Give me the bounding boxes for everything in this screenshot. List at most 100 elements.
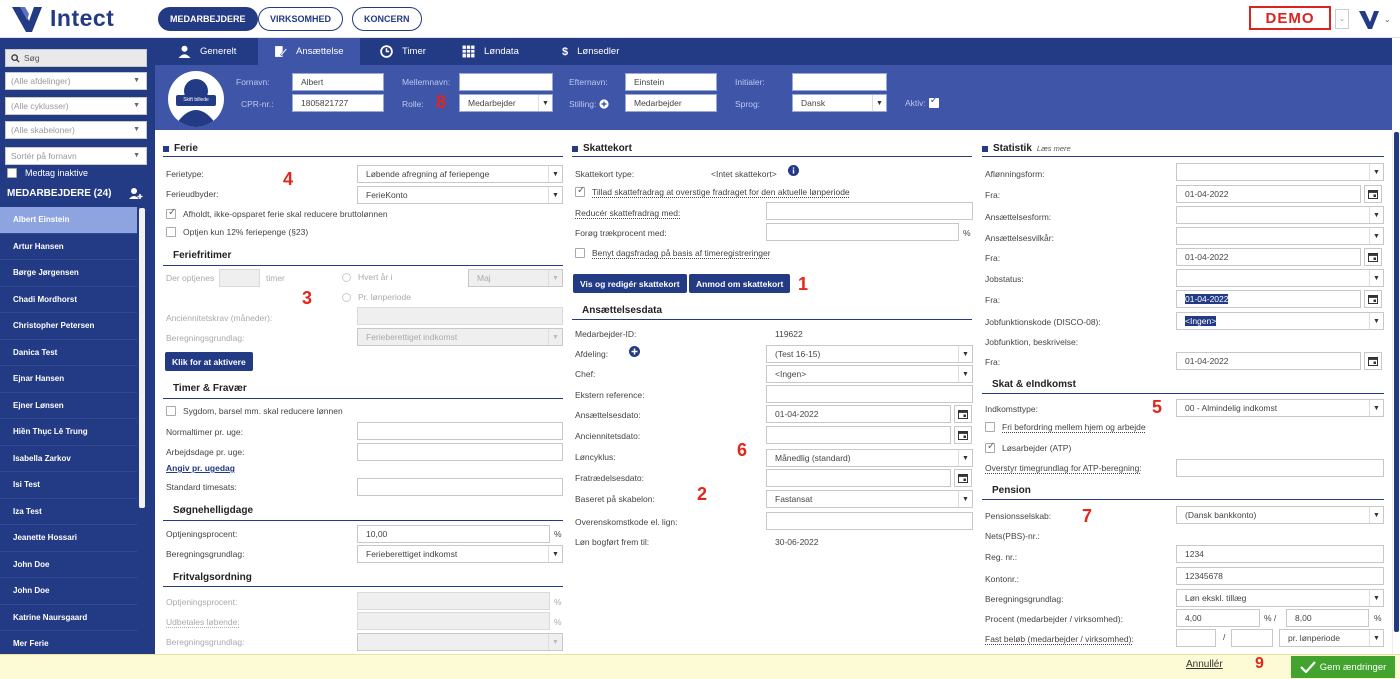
normal-hours-field[interactable] (357, 422, 563, 440)
top-tab-koncern[interactable]: KONCERN (352, 7, 422, 31)
request-taxcard-button[interactable]: Anmod om skattekort (689, 274, 791, 293)
reg-number-field[interactable]: 1234 (1176, 545, 1384, 563)
first-name-field[interactable]: Albert (292, 73, 384, 91)
view-edit-taxcard-button[interactable]: Vis og redigér skattekort (573, 274, 687, 293)
intect-logo-icon[interactable] (10, 4, 44, 34)
list-item[interactable]: Katrine Naursgaard (0, 605, 137, 631)
income-type-select[interactable]: 00 - Almindelig indkomst ▼ (1176, 399, 1384, 417)
sort-select[interactable]: Sortér på fornavn ▼ (5, 147, 147, 165)
middle-name-field[interactable] (459, 73, 553, 91)
specify-per-weekday-link[interactable]: Angiv pr. ugedag (166, 463, 235, 473)
chevron-down-icon[interactable]: ⌄ (1335, 9, 1349, 29)
list-item[interactable]: Ejnar Hansen (0, 366, 137, 393)
last-name-field[interactable]: Einstein (625, 73, 717, 91)
read-more-link[interactable]: Læs mere (1037, 144, 1071, 153)
allow-tax-deduction-check[interactable]: Tillad skattefradrag at overstige fradra… (575, 185, 850, 197)
checkbox[interactable] (985, 422, 995, 432)
calendar-icon[interactable] (1364, 352, 1382, 370)
add-circle-icon[interactable] (599, 99, 610, 109)
month-select[interactable]: Maj ▼ (468, 269, 563, 287)
holiday-provider-select[interactable]: FerieKonto ▼ (357, 186, 563, 204)
initials-field[interactable] (792, 73, 887, 91)
fixed-period-select[interactable]: pr. lønperiode ▼ (1279, 629, 1384, 647)
calendar-icon[interactable] (1364, 290, 1382, 308)
free-choice-earning-field[interactable] (357, 592, 550, 610)
every-year-radio[interactable]: Hvert år i (342, 272, 392, 282)
seniority-date-field[interactable] (766, 426, 951, 444)
calendar-icon[interactable] (954, 469, 972, 487)
tab-loendata[interactable]: Løndata (446, 38, 535, 65)
checkbox[interactable] (166, 406, 176, 416)
checkbox[interactable] (166, 207, 176, 219)
language-select[interactable]: Dansk ▼ (792, 94, 887, 112)
active-toggle[interactable]: Aktiv: (905, 95, 939, 108)
calendar-icon[interactable] (1364, 248, 1382, 266)
list-item[interactable]: Albert Einstein (0, 207, 137, 234)
tab-loensedler[interactable]: $ Lønsedler (546, 38, 635, 65)
template-filter[interactable]: (Alle skabeloner) ▼ (5, 121, 147, 139)
account-number-field[interactable]: 12345678 (1176, 567, 1384, 585)
user-menu[interactable]: ⌄ (1358, 6, 1398, 32)
workdays-field[interactable] (357, 443, 563, 461)
increase-withholding-field[interactable] (766, 223, 959, 241)
company-percent-field[interactable]: 8,00 (1286, 609, 1369, 627)
checkbox[interactable] (7, 168, 17, 178)
radio[interactable] (342, 272, 351, 282)
department-select[interactable]: (Test 16-15) ▼ (766, 345, 973, 363)
department-filter[interactable]: (Alle afdelinger) ▼ (5, 72, 147, 90)
agreement-code-field[interactable] (766, 512, 973, 530)
add-user-icon[interactable] (128, 186, 144, 200)
casual-worker-check[interactable]: Løsarbejder (ATP) (985, 441, 1071, 453)
activate-button[interactable]: Klik for at aktivere (165, 352, 253, 371)
termination-date-field[interactable] (766, 469, 951, 487)
checkbox[interactable] (985, 441, 995, 453)
list-item[interactable]: Chadi Mordhorst (0, 287, 137, 313)
from-date-field[interactable]: 01-04-2022 (1176, 352, 1361, 370)
pension-calc-basis-select[interactable]: Løn ekskl. tillæg ▼ (1176, 589, 1384, 607)
search-input[interactable]: Søg (5, 49, 147, 67)
free-transport-check[interactable]: Fri befordring mellem hjem og arbejde (985, 422, 1146, 432)
external-reference-field[interactable] (766, 385, 973, 403)
free-choice-basis-select[interactable]: ▼ (357, 633, 563, 651)
role-select[interactable]: Medarbejder ▼ (459, 94, 553, 112)
list-item[interactable]: Christopher Petersen (0, 313, 137, 340)
template-select[interactable]: Fastansat ▼ (766, 490, 973, 508)
cancel-link[interactable]: Annullér (1186, 659, 1223, 670)
reduce-tax-deduction-field[interactable] (766, 202, 973, 220)
holiday-type-select[interactable]: Løbende afregning af feriepenge ▼ (357, 165, 563, 183)
company-fixed-field[interactable] (1231, 629, 1273, 647)
employment-date-field[interactable]: 01-04-2022 (766, 405, 951, 423)
tab-generelt[interactable]: Generelt (162, 38, 252, 65)
list-item[interactable]: Isabella Zarkov (0, 446, 137, 472)
list-item[interactable]: Hiền Thục Lê Trung (0, 419, 137, 446)
list-item[interactable]: Iza Test (0, 499, 137, 525)
list-item[interactable]: Ejner Lønsen (0, 393, 137, 419)
add-circle-icon[interactable] (629, 346, 640, 357)
standard-rate-field[interactable] (357, 478, 563, 496)
daily-deduction-check[interactable]: Benyt dagsfradag på basis af timeregistr… (575, 248, 771, 258)
manager-select[interactable]: <Ingen> ▼ (766, 365, 973, 383)
cpr-field[interactable]: 1805821727 (292, 94, 384, 112)
reduce-gross-salary-check[interactable]: Afholdt, ikke-opsparet ferie skal reduce… (166, 207, 388, 219)
save-button[interactable]: Gem ændringer (1291, 656, 1395, 678)
cycle-filter[interactable]: (Alle cyklusser) ▼ (5, 97, 147, 115)
checkbox[interactable] (575, 248, 585, 258)
content-scrollbar-thumb[interactable] (1394, 132, 1399, 632)
employment-form-select[interactable]: ▼ (1176, 206, 1384, 224)
pension-company-select[interactable]: (Dansk bankkonto) ▼ (1176, 506, 1384, 524)
pay-cycle-select[interactable]: Månedlig (standard) ▼ (766, 449, 973, 467)
checkbox[interactable] (166, 227, 176, 237)
tab-timer[interactable]: Timer (364, 38, 442, 65)
sidebar-scrollbar-thumb[interactable] (139, 208, 145, 508)
from-date-field[interactable]: 01-04-2022 (1176, 248, 1361, 266)
demo-badge[interactable]: DEMO (1249, 6, 1331, 30)
seniority-requirement-field[interactable] (357, 307, 563, 325)
radio[interactable] (342, 292, 351, 302)
employment-terms-select[interactable]: ▼ (1176, 227, 1384, 245)
job-status-select[interactable]: ▼ (1176, 269, 1384, 287)
top-tab-medarbejdere[interactable]: MEDARBEJDERE (158, 7, 258, 31)
earned-hours-field[interactable] (219, 269, 260, 287)
override-atp-field[interactable] (1176, 459, 1384, 477)
employee-fixed-field[interactable] (1176, 629, 1216, 647)
per-pay-period-radio[interactable]: Pr. lønperiode (342, 292, 411, 302)
